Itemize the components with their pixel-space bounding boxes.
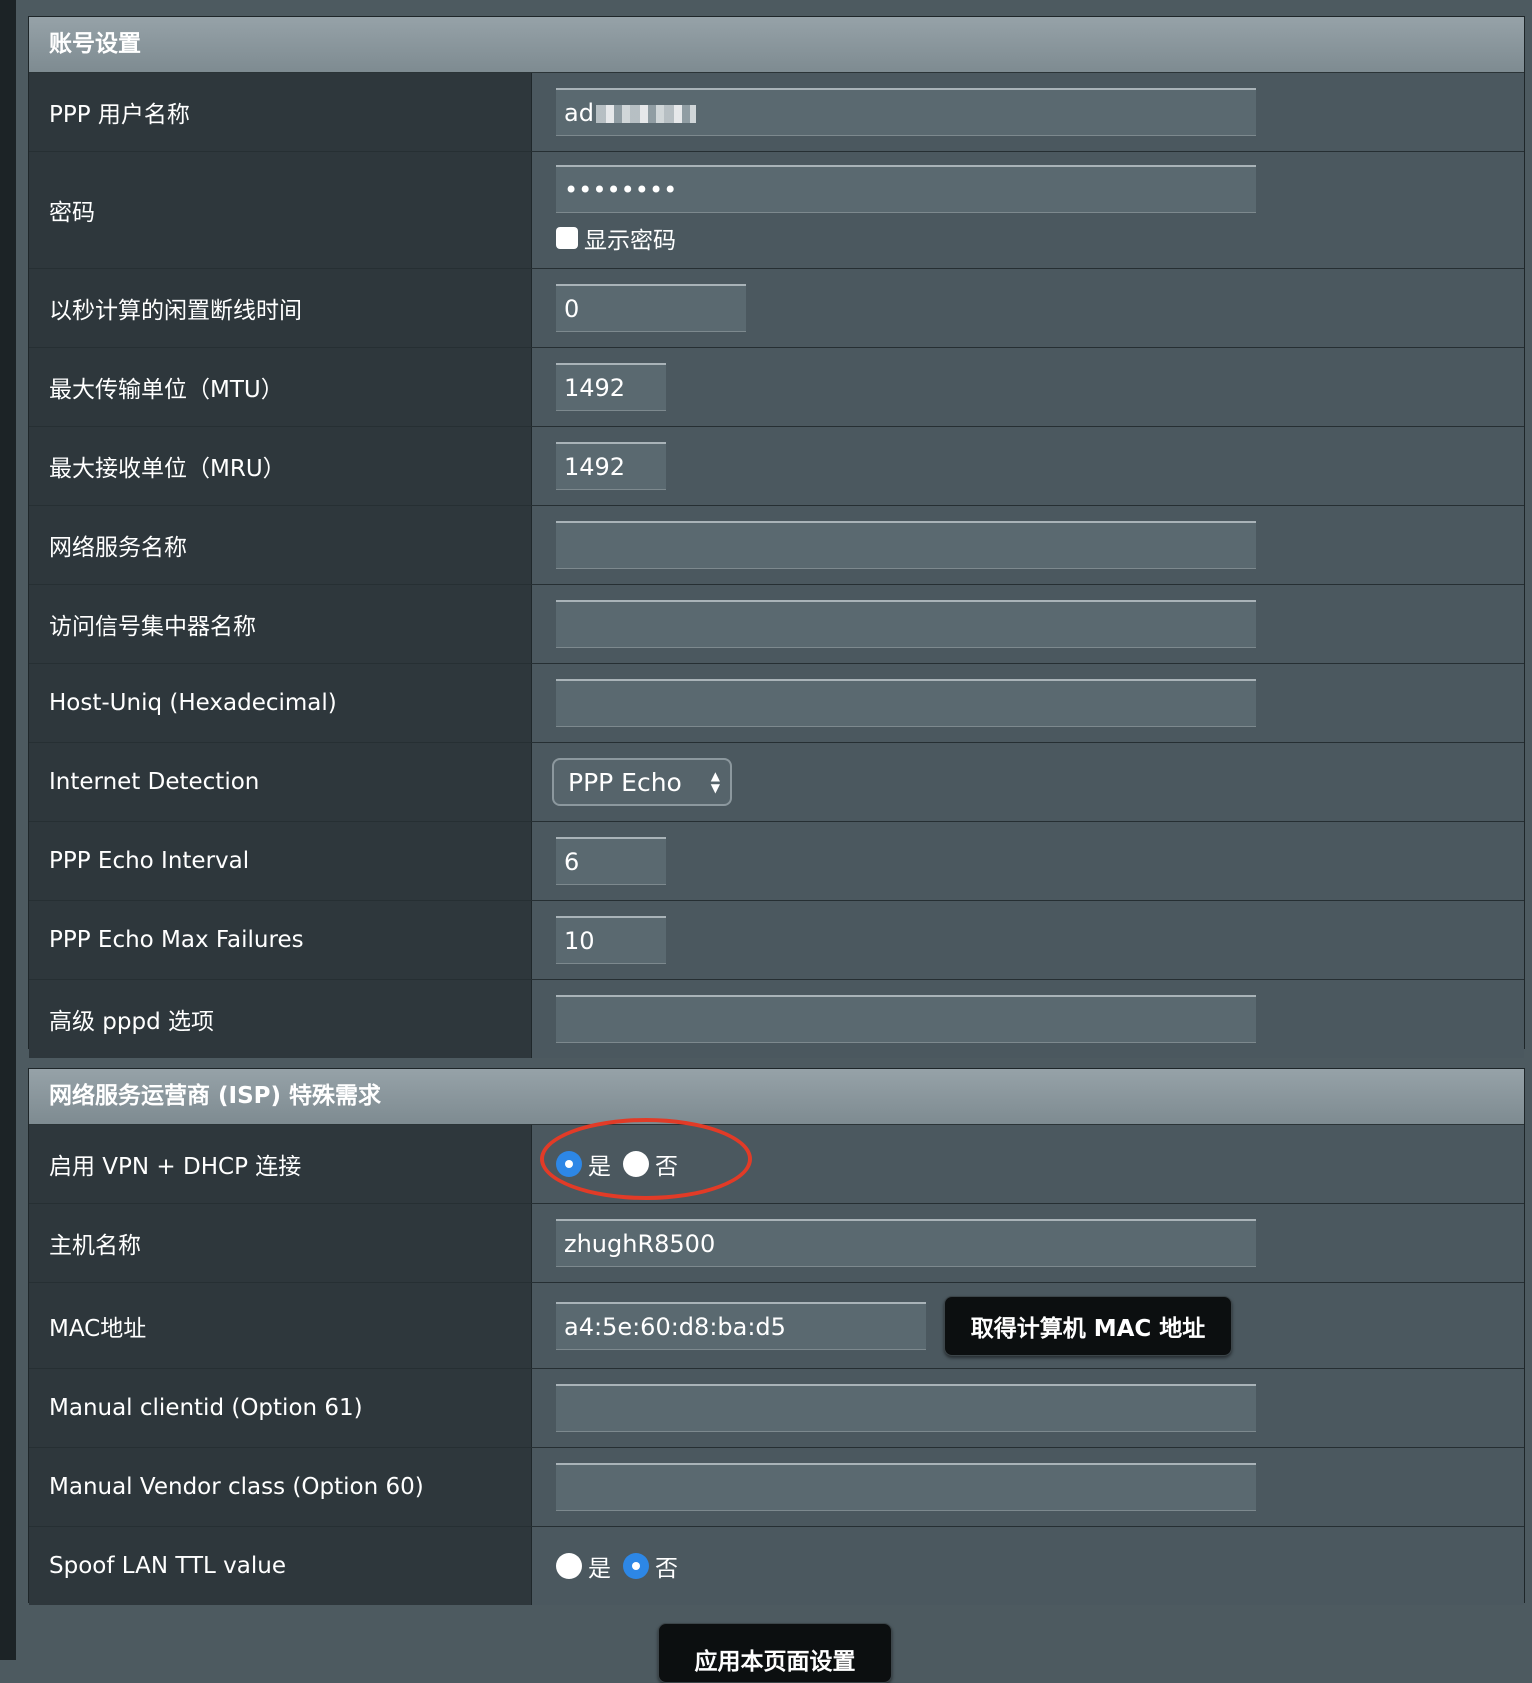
label-spoof-ttl: Spoof LAN TTL value [29, 1527, 532, 1605]
service-name-input[interactable] [556, 521, 1256, 569]
label-echo-max-failures: PPP Echo Max Failures [29, 901, 532, 979]
row-hostname: 主机名称 zhughR8500 [29, 1203, 1524, 1282]
get-mac-button[interactable]: 取得计算机 MAC 地址 [944, 1295, 1232, 1356]
label-mac: MAC地址 [29, 1283, 532, 1368]
show-password-label: 显示密码 [584, 228, 676, 254]
ac-name-input[interactable] [556, 600, 1256, 648]
row-mru: 最大接收单位（MRU） 1492 [29, 426, 1524, 505]
row-vendor-class: Manual Vendor class (Option 60) [29, 1447, 1524, 1526]
section-header-isp: 网络服务运营商 (ISP) 特殊需求 [29, 1069, 1524, 1125]
label-internet-detection: Internet Detection [29, 743, 532, 821]
row-vpn-dhcp: 启用 VPN + DHCP 连接 是 否 [29, 1125, 1524, 1203]
idle-time-input[interactable]: 0 [556, 284, 746, 332]
mac-input[interactable]: a4:5e:60:d8:ba:d5 [556, 1301, 926, 1350]
label-vpn-dhcp: 启用 VPN + DHCP 连接 [29, 1125, 532, 1203]
label-password: 密码 [29, 152, 532, 268]
row-echo-interval: PPP Echo Interval 6 [29, 821, 1524, 900]
redacted-mask [595, 105, 696, 123]
username-input[interactable]: ad [556, 88, 1256, 136]
echo-max-failures-input[interactable]: 10 [556, 916, 666, 964]
row-pppd-options: 高级 pppd 选项 [29, 979, 1524, 1058]
row-echo-max-failures: PPP Echo Max Failures 10 [29, 900, 1524, 979]
label-idle-time: 以秒计算的闲置断线时间 [29, 269, 532, 347]
spoof-ttl-yes-label: 是 [588, 1556, 611, 1582]
vendor-class-input[interactable] [556, 1463, 1256, 1511]
clientid-input[interactable] [556, 1384, 1256, 1432]
label-mru: 最大接收单位（MRU） [29, 427, 532, 505]
section-header-account: 账号设置 [29, 17, 1524, 73]
internet-detection-select[interactable]: PPP Echo ▲ ▼ [552, 758, 732, 806]
apply-settings-button[interactable]: 应用本页面设置 [658, 1623, 892, 1683]
label-service-name: 网络服务名称 [29, 506, 532, 584]
label-pppd-options: 高级 pppd 选项 [29, 980, 532, 1058]
row-username: PPP 用户名称 ad [29, 73, 1524, 151]
show-password-checkbox[interactable] [556, 227, 578, 249]
vpn-dhcp-yes-radio[interactable] [556, 1151, 582, 1177]
label-host-uniq: Host-Uniq (Hexadecimal) [29, 664, 532, 742]
select-arrows-icon: ▲ ▼ [710, 769, 720, 795]
row-mac: MAC地址 a4:5e:60:d8:ba:d5 取得计算机 MAC 地址 [29, 1282, 1524, 1368]
vpn-dhcp-no-radio[interactable] [623, 1151, 649, 1177]
host-uniq-input[interactable] [556, 679, 1256, 727]
spoof-ttl-no-label: 否 [655, 1556, 678, 1582]
internet-detection-value: PPP Echo [568, 767, 682, 797]
password-input[interactable]: •••••••• [556, 165, 1256, 213]
hostname-input[interactable]: zhughR8500 [556, 1219, 1256, 1267]
row-spoof-ttl: Spoof LAN TTL value 是 否 [29, 1526, 1524, 1605]
vpn-dhcp-no-label: 否 [655, 1154, 678, 1180]
label-mtu: 最大传输单位（MTU） [29, 348, 532, 426]
vpn-dhcp-yes-label: 是 [588, 1154, 611, 1180]
row-ac-name: 访问信号集中器名称 [29, 584, 1524, 663]
mru-input[interactable]: 1492 [556, 442, 666, 490]
spoof-ttl-yes-radio[interactable] [556, 1553, 582, 1579]
row-password: 密码 •••••••• 显示密码 [29, 151, 1524, 268]
spoof-ttl-no-radio[interactable] [623, 1553, 649, 1579]
row-clientid: Manual clientid (Option 61) [29, 1368, 1524, 1447]
isp-requirements-section: 网络服务运营商 (ISP) 特殊需求 启用 VPN + DHCP 连接 是 否 … [28, 1068, 1525, 1605]
label-clientid: Manual clientid (Option 61) [29, 1369, 532, 1447]
echo-interval-input[interactable]: 6 [556, 837, 666, 885]
mtu-input[interactable]: 1492 [556, 363, 666, 411]
label-username: PPP 用户名称 [29, 73, 532, 151]
label-hostname: 主机名称 [29, 1204, 532, 1282]
row-idle-time: 以秒计算的闲置断线时间 0 [29, 268, 1524, 347]
row-mtu: 最大传输单位（MTU） 1492 [29, 347, 1524, 426]
label-echo-interval: PPP Echo Interval [29, 822, 532, 900]
label-vendor-class: Manual Vendor class (Option 60) [29, 1448, 532, 1526]
account-settings-section: 账号设置 PPP 用户名称 ad 密码 •••••••• 显示密码 以秒计算的闲… [28, 16, 1525, 1058]
username-value: ad [564, 99, 594, 127]
row-internet-detection: Internet Detection PPP Echo ▲ ▼ [29, 742, 1524, 821]
row-host-uniq: Host-Uniq (Hexadecimal) [29, 663, 1524, 742]
left-strip [0, 0, 16, 1660]
label-ac-name: 访问信号集中器名称 [29, 585, 532, 663]
row-service-name: 网络服务名称 [29, 505, 1524, 584]
pppd-options-input[interactable] [556, 995, 1256, 1043]
